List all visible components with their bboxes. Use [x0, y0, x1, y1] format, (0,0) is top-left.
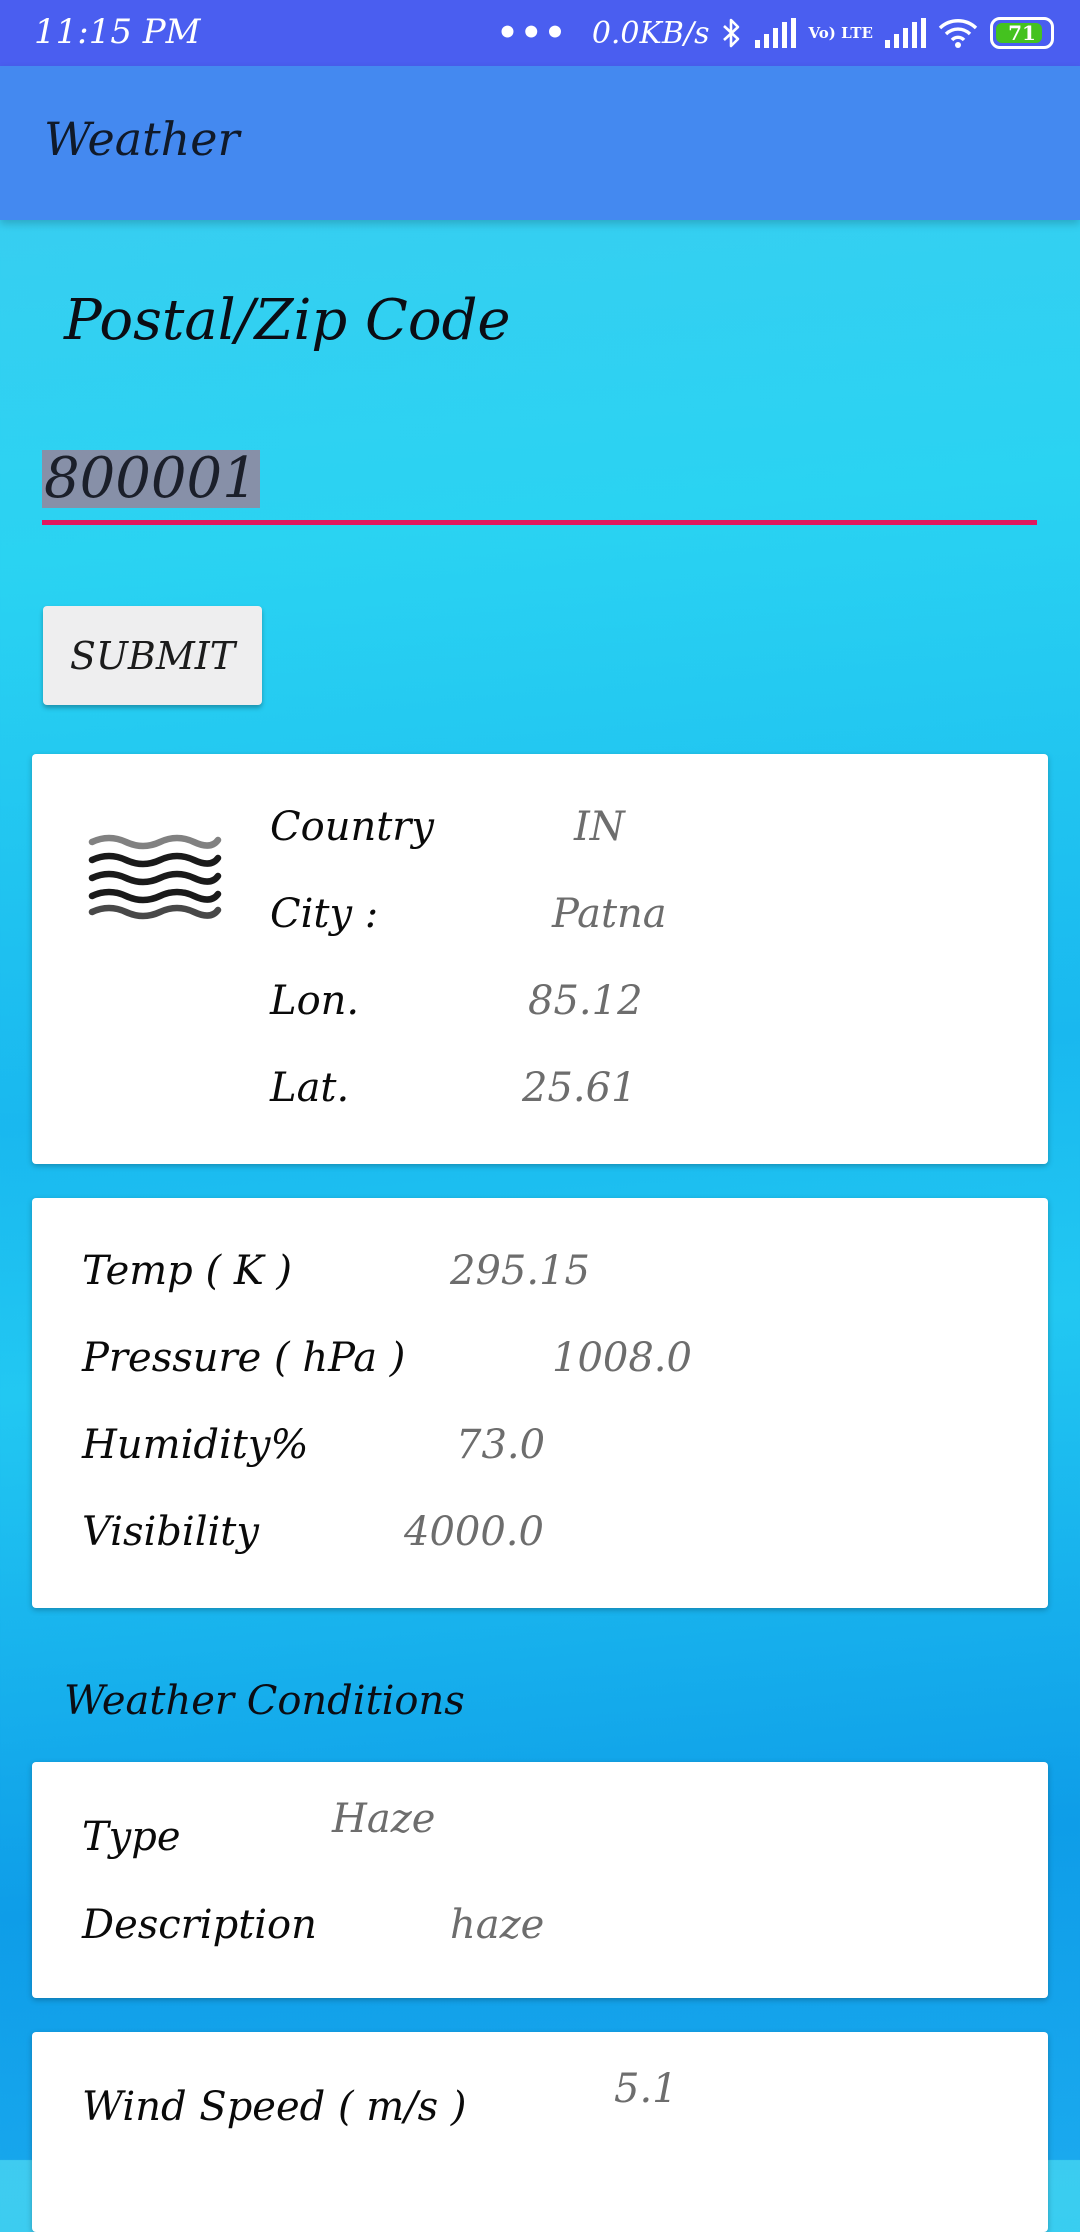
haze-icon: [88, 834, 222, 920]
country-label: Country: [270, 804, 435, 850]
conditions-card: Type Haze Description haze: [32, 1762, 1048, 1998]
location-card: Country IN City : Patna Lon. 85.12 Lat. …: [32, 754, 1048, 1164]
zip-input-value[interactable]: 800001: [42, 450, 260, 508]
bluetooth-icon: [723, 18, 740, 48]
city-label: City :: [270, 891, 379, 937]
description-label: Description: [82, 1902, 317, 1948]
app-bar: Weather: [0, 66, 1080, 220]
submit-button[interactable]: SUBMIT: [43, 606, 262, 705]
temp-label: Temp ( K ): [82, 1248, 293, 1294]
wifi-icon: [938, 19, 978, 48]
humidity-value: 73.0: [456, 1422, 546, 1468]
pressure-value: 1008.0: [552, 1335, 692, 1381]
lat-value: 25.61: [522, 1065, 637, 1111]
lat-label: Lat.: [270, 1065, 350, 1111]
city-value: Patna: [552, 891, 667, 937]
app-title: Weather: [44, 112, 240, 166]
pressure-label: Pressure ( hPa ): [82, 1335, 406, 1381]
status-bar: 11:15 PM ••• 0.0KB/s Vo) LTE 71: [0, 0, 1080, 66]
wind-speed-value: 5.1: [614, 2066, 678, 2112]
signal-icon-2: [885, 18, 926, 48]
battery-icon: 71: [990, 17, 1054, 49]
volte-icon: Vo) LTE: [808, 23, 873, 42]
lon-value: 85.12: [528, 978, 643, 1024]
zip-input[interactable]: 800001: [42, 440, 1037, 525]
lon-label: Lon.: [270, 978, 360, 1024]
wind-speed-label: Wind Speed ( m/s ): [82, 2084, 467, 2130]
signal-icon: [755, 18, 797, 48]
description-value: haze: [450, 1902, 545, 1948]
weather-conditions-title: Weather Conditions: [64, 1678, 465, 1724]
status-time: 11:15 PM: [34, 12, 201, 52]
country-value: IN: [574, 804, 625, 850]
measurements-card: Temp ( K ) 295.15 Pressure ( hPa ) 1008.…: [32, 1198, 1048, 1608]
visibility-label: Visibility: [82, 1509, 259, 1555]
more-notifications-icon: •••: [496, 13, 568, 53]
visibility-value: 4000.0: [404, 1509, 544, 1555]
status-icons: ••• 0.0KB/s Vo) LTE 71: [497, 8, 1054, 58]
network-speed: 0.0KB/s: [591, 15, 710, 51]
battery-level: 71: [1008, 21, 1036, 45]
wind-card: Wind Speed ( m/s ) 5.1: [32, 2032, 1048, 2232]
humidity-label: Humidity%: [82, 1422, 309, 1468]
temp-value: 295.15: [450, 1248, 590, 1294]
type-value: Haze: [332, 1796, 436, 1842]
type-label: Type: [82, 1814, 181, 1860]
zip-label: Postal/Zip Code: [64, 288, 511, 353]
